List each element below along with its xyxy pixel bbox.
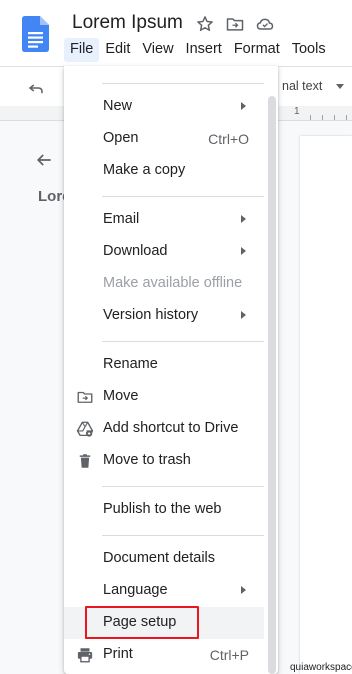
- menu-item-language[interactable]: Language: [64, 575, 264, 607]
- submenu-arrow-icon: [241, 311, 246, 319]
- trash-icon: [79, 454, 91, 468]
- drive-shortcut-icon: [76, 421, 94, 437]
- watermark-text: quiaworkspace: [290, 662, 352, 673]
- menu-item-label: Make a copy: [103, 162, 186, 178]
- menu-item-move[interactable]: Move: [64, 381, 264, 413]
- document-outline-panel: Lore: [14, 120, 71, 674]
- folder-move-icon: [77, 391, 93, 403]
- submenu-arrow-icon: [241, 247, 246, 255]
- menu-item-label: Download: [103, 243, 168, 259]
- menu-separator: [102, 196, 264, 197]
- menu-item-email[interactable]: Email: [64, 204, 264, 236]
- menu-item-label: Email: [103, 211, 140, 227]
- submenu-arrow-icon: [241, 586, 246, 594]
- menu-separator: [102, 341, 264, 342]
- menu-item-document-details[interactable]: Document details: [64, 543, 264, 575]
- menu-item-shortcut: Ctrl+P: [209, 647, 249, 663]
- ruler-tick: [310, 115, 311, 120]
- menu-separator: [102, 486, 264, 487]
- menu-insert[interactable]: Insert: [180, 38, 228, 62]
- menu-item-label: Version history: [103, 307, 199, 323]
- menu-item-label: Document details: [103, 550, 216, 566]
- file-menu: New Open Ctrl+O Make a copy Email Downlo…: [64, 66, 278, 674]
- menu-item-publish[interactable]: Publish to the web: [64, 494, 264, 526]
- menu-tools[interactable]: Tools: [286, 38, 332, 62]
- menu-scrollbar-thumb[interactable]: [268, 96, 276, 674]
- menu-bar: File Edit View Insert Format Tools: [64, 38, 332, 62]
- menu-separator: [102, 83, 264, 84]
- menu-item-label: Move to trash: [103, 452, 191, 468]
- ruler-tick: [322, 115, 323, 120]
- menu-item-move-to-trash[interactable]: Move to trash: [64, 445, 264, 477]
- page-setup-highlight-box: [85, 606, 199, 639]
- menu-item-label: New: [103, 98, 133, 114]
- printer-icon: [77, 648, 93, 663]
- ruler-number: 1: [294, 106, 300, 117]
- document-title[interactable]: Lorem Ipsum: [72, 12, 183, 34]
- menu-item-label: Print: [103, 646, 133, 662]
- menu-scrollbar[interactable]: [268, 96, 276, 674]
- menu-format[interactable]: Format: [228, 38, 286, 62]
- document-page[interactable]: [300, 136, 352, 674]
- undo-icon[interactable]: [27, 79, 45, 97]
- menu-item-rename[interactable]: Rename: [64, 349, 264, 381]
- menu-item-label: Move: [103, 388, 139, 404]
- menu-item-shortcut: Ctrl+O: [208, 131, 249, 147]
- menu-item-version-history[interactable]: Version history: [64, 300, 264, 332]
- menu-item-open[interactable]: Open Ctrl+O: [64, 123, 264, 155]
- menu-item-make-copy[interactable]: Make a copy: [64, 155, 264, 187]
- docs-logo-icon[interactable]: [22, 16, 49, 52]
- menu-view[interactable]: View: [136, 38, 179, 62]
- ruler-tick: [346, 115, 347, 120]
- menu-item-label: Make available offline: [103, 275, 243, 291]
- menu-file[interactable]: File: [64, 38, 100, 62]
- folder-move-icon[interactable]: [225, 14, 245, 34]
- menu-item-add-shortcut[interactable]: Add shortcut to Drive: [64, 413, 264, 445]
- app-header: Lorem Ipsum File Edit View Insert Format…: [0, 0, 352, 66]
- paragraph-style-select[interactable]: nal text: [282, 79, 322, 93]
- menu-item-label: Open: [103, 130, 139, 146]
- menu-item-label: Language: [103, 582, 168, 598]
- star-icon[interactable]: [195, 14, 215, 34]
- menu-item-download[interactable]: Download: [64, 236, 264, 268]
- menu-edit[interactable]: Edit: [99, 38, 136, 62]
- cloud-status-icon[interactable]: [255, 14, 275, 34]
- arrow-back-icon[interactable]: [34, 150, 54, 170]
- chevron-down-icon[interactable]: [336, 84, 344, 89]
- submenu-arrow-icon: [241, 102, 246, 110]
- ruler-tick: [334, 115, 335, 120]
- menu-item-label: Rename: [103, 356, 158, 372]
- menu-item-new[interactable]: New: [64, 91, 264, 123]
- menu-item-label: Publish to the web: [103, 501, 222, 517]
- submenu-arrow-icon: [241, 215, 246, 223]
- menu-item-print[interactable]: Print Ctrl+P: [64, 639, 264, 671]
- menu-item-make-offline: Make available offline: [64, 268, 264, 300]
- menu-separator: [102, 535, 264, 536]
- menu-item-label: Add shortcut to Drive: [103, 420, 239, 436]
